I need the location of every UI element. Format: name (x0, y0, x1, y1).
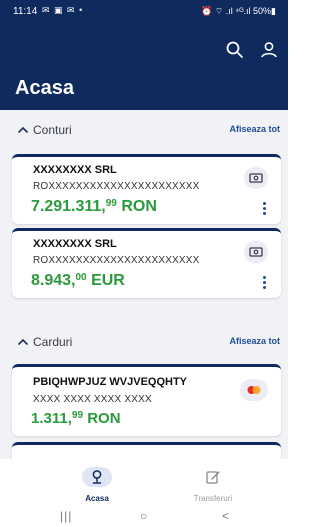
account-holder: XXXXXXXX SRL (33, 164, 117, 176)
cards-show-all-link[interactable]: Afiseaza tot (229, 336, 280, 346)
card-holder: PBIQHWPJUZ WVJVEQQHTY (33, 376, 188, 388)
app-header: 11:14 ✉ ▣ ✉ • ⏰ ⌔ .ıl ⁴ᴳ.ıl 50%▮ Acasa (0, 0, 288, 110)
balance-decimals: 99 (71, 410, 84, 421)
accounts-section-title: Conturi (33, 123, 72, 137)
page-title: Acasa (15, 77, 74, 99)
account-card[interactable]: XXXXXXXX SRL ROXXXXXXXXXXXXXXXXXXXXXX 7.… (12, 154, 281, 224)
account-holder: XXXXXXXX SRL (33, 238, 117, 250)
nav-item-home[interactable]: Acasa (62, 465, 132, 505)
bank-card-item[interactable] (12, 442, 281, 459)
account-balance: 8.943,00 EUR (31, 272, 125, 290)
notification-icons: ✉ ▣ ✉ • (42, 5, 84, 15)
bank-card-item[interactable]: PBIQHWPJUZ WVJVEQQHTY XXXX XXXX XXXX XXX… (12, 364, 281, 436)
balance-integer: 1.311, (31, 410, 72, 427)
status-bar: 11:14 ✉ ▣ ✉ • ⏰ ⌔ .ıl ⁴ᴳ.ıl 50%▮ (0, 0, 288, 22)
chevron-up-icon[interactable] (17, 124, 29, 136)
account-card[interactable]: XXXXXXXX SRL ROXXXXXXXXXXXXXXXXXXXXXX 8.… (12, 228, 281, 298)
edit-icon (206, 471, 220, 484)
balance-integer: 8.943, (31, 272, 76, 289)
user-icon[interactable] (259, 40, 279, 60)
system-navigation-bar: ||| ○ < (0, 507, 288, 527)
more-options-icon[interactable] (263, 276, 267, 290)
cash-icon (244, 241, 268, 263)
balance-currency: RON (87, 410, 121, 427)
cash-icon (244, 167, 268, 189)
balance-integer: 7.291.311, (31, 198, 106, 215)
chevron-up-icon[interactable] (17, 336, 29, 348)
nav-item-transfers[interactable]: Transferuri (178, 465, 248, 505)
nav-label: Acasa (85, 494, 109, 503)
cards-section-header[interactable]: Carduri Afiseaza tot (0, 332, 288, 356)
balance-decimals: 99 (105, 198, 117, 209)
nav-label: Transferuri (193, 494, 233, 503)
account-iban: ROXXXXXXXXXXXXXXXXXXXXXX (33, 255, 200, 266)
cards-section-title: Carduri (33, 335, 73, 349)
card-balance: 1.311,99 RON (31, 410, 121, 427)
balance-currency: EUR (91, 272, 125, 289)
dashboard-content: Conturi Afiseaza tot XXXXXXXX SRL ROXXXX… (0, 110, 288, 459)
mastercard-icon (240, 379, 268, 401)
status-time: 11:14 (13, 6, 38, 17)
account-balance: 7.291.311,99 RON (31, 198, 157, 216)
card-number: XXXX XXXX XXXX XXXX (33, 394, 152, 405)
system-status-icons: ⏰ ⌔ .ıl ⁴ᴳ.ıl 50%▮ (201, 6, 276, 16)
accounts-section-header[interactable]: Conturi Afiseaza tot (0, 120, 288, 144)
back-icon[interactable]: < (222, 509, 229, 523)
search-icon[interactable] (225, 40, 245, 60)
accounts-show-all-link[interactable]: Afiseaza tot (229, 124, 280, 134)
balance-decimals: 00 (75, 272, 87, 283)
more-options-icon[interactable] (263, 202, 267, 216)
home-icon (92, 470, 102, 484)
balance-currency: RON (121, 198, 157, 215)
home-button-icon[interactable]: ○ (140, 509, 147, 523)
recents-icon[interactable]: ||| (60, 509, 72, 523)
account-iban: ROXXXXXXXXXXXXXXXXXXXXXX (33, 181, 200, 192)
bottom-navigation: Acasa Transferuri (0, 459, 288, 507)
